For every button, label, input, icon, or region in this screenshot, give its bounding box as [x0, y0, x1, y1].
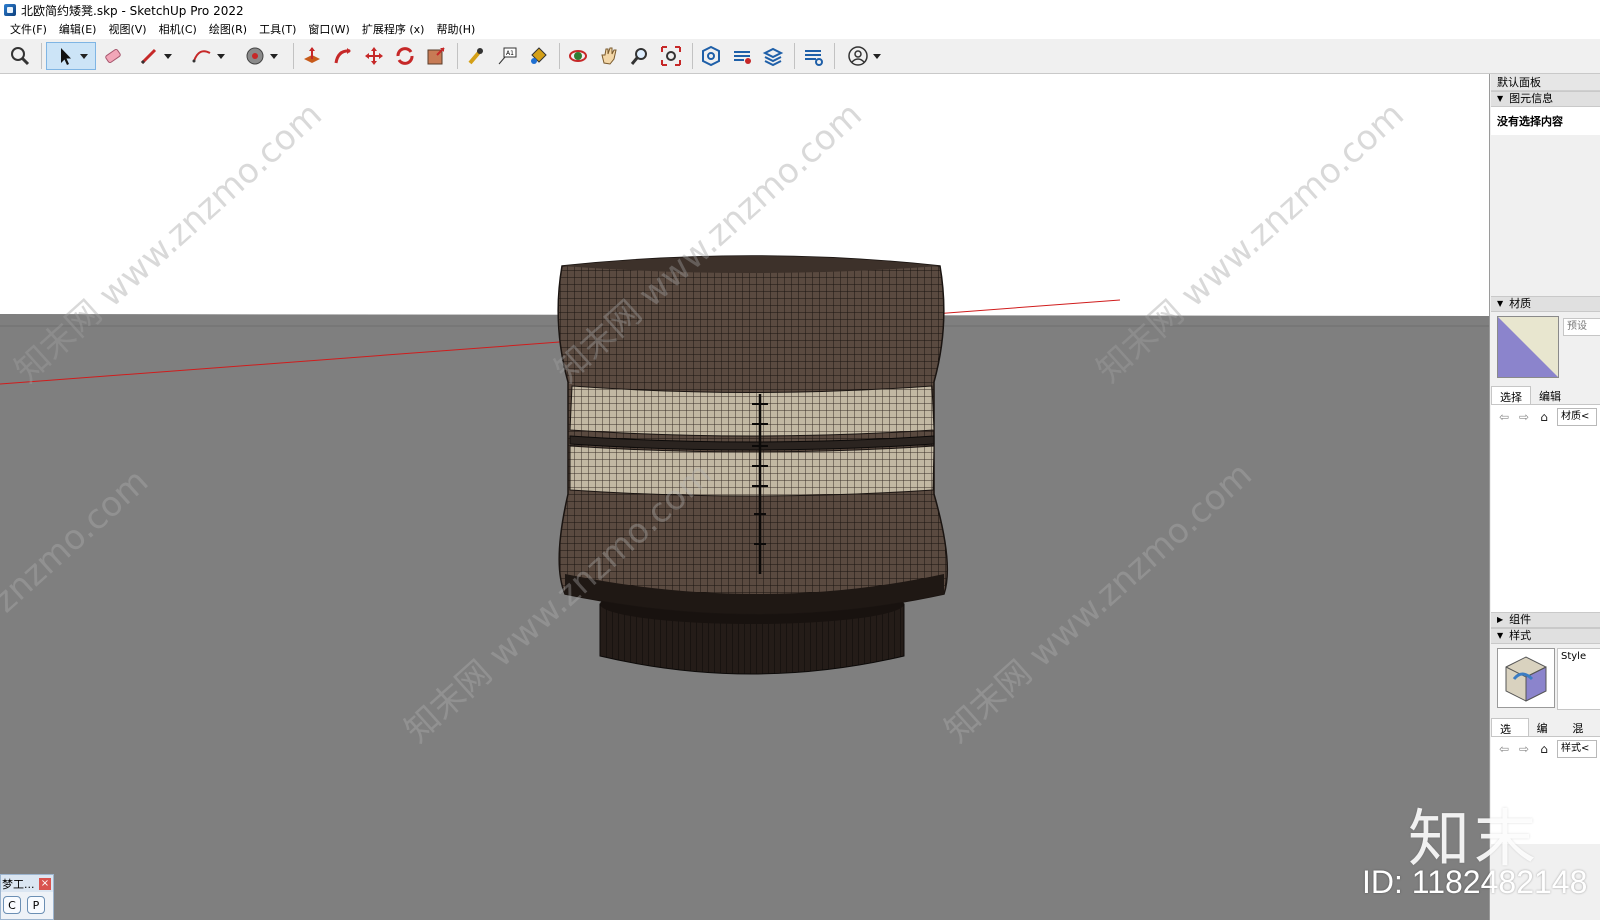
shape-icon — [246, 47, 264, 65]
entity-info-label: 图元信息 — [1509, 92, 1554, 105]
layout-icon[interactable] — [759, 42, 787, 70]
menu-window[interactable]: 窗口(W) — [302, 20, 355, 39]
menu-help[interactable]: 帮助(H) — [430, 20, 481, 39]
entity-info-header[interactable]: ▼ 图元信息 — [1491, 91, 1600, 107]
chevron-down-icon[interactable] — [873, 53, 881, 59]
forward-arrow-icon[interactable]: ⇨ — [1517, 742, 1531, 756]
menu-file[interactable]: 文件(F) — [4, 20, 53, 39]
extension-warehouse-icon[interactable] — [728, 42, 756, 70]
menu-edit[interactable]: 编辑(E) — [53, 20, 103, 39]
styles-label: 样式 — [1509, 629, 1532, 642]
materials-collection-select[interactable]: 材质< — [1557, 408, 1597, 426]
zoom-extents-icon[interactable] — [657, 42, 685, 70]
paint-bucket-icon[interactable] — [524, 42, 552, 70]
toolbar-separator — [457, 43, 458, 69]
menu-camera[interactable]: 相机(C) — [153, 20, 203, 39]
follow-me-icon[interactable] — [329, 42, 357, 70]
arc-icon — [192, 50, 211, 63]
main-toolbar: A1 — [0, 39, 1600, 74]
materials-body: 预设 选择 编辑 ⇦ ⇨ ⌂ 材质< — [1491, 312, 1600, 612]
sketchup-app-icon — [4, 4, 16, 16]
home-icon[interactable]: ⌂ — [1537, 742, 1551, 756]
mini-toolbar-header: 梦工... × — [1, 875, 53, 892]
toolbar-separator — [834, 43, 835, 69]
chevron-down-icon[interactable] — [217, 53, 225, 59]
style-name[interactable]: Style — [1557, 648, 1600, 710]
extension-manager-icon[interactable] — [799, 42, 827, 70]
scale-icon[interactable] — [422, 42, 450, 70]
toolbar-separator — [293, 43, 294, 69]
styles-collection-select[interactable]: 样式< — [1557, 740, 1597, 758]
components-header[interactable]: ▶ 组件 — [1491, 612, 1600, 628]
entity-info-space — [1491, 135, 1600, 296]
components-label: 组件 — [1509, 613, 1532, 626]
push-pull-icon[interactable] — [298, 42, 326, 70]
arc-tool-button[interactable] — [183, 42, 233, 70]
material-name[interactable]: 预设 — [1563, 318, 1600, 336]
rotate-icon[interactable] — [391, 42, 419, 70]
move-icon[interactable] — [360, 42, 388, 70]
tray-title: 默认面板 — [1491, 74, 1600, 91]
style-cube-icon — [1505, 656, 1547, 702]
toolbar-separator — [794, 43, 795, 69]
select-tool-button[interactable] — [46, 42, 96, 70]
back-arrow-icon[interactable]: ⇦ — [1497, 742, 1511, 756]
scene-canvas: 知末网 www.znzmo.com 知末网 www.znzmo.com 知末网 … — [0, 74, 1489, 920]
home-icon[interactable]: ⌂ — [1537, 410, 1551, 424]
orbit-icon[interactable] — [564, 42, 592, 70]
c-plugin-icon[interactable]: C — [3, 896, 21, 914]
pencil-tool-button[interactable] — [130, 42, 180, 70]
p-plugin-icon[interactable]: P — [27, 896, 45, 914]
forward-arrow-icon[interactable]: ⇨ — [1517, 410, 1531, 424]
chevron-down-icon[interactable] — [164, 53, 172, 59]
mini-toolbar-title: 梦工... — [2, 877, 35, 891]
pencil-icon — [140, 48, 157, 65]
style-thumbnail[interactable] — [1497, 648, 1555, 708]
shape-tool-button[interactable] — [236, 42, 286, 70]
resource-id-watermark: ID: 1182482148 — [1362, 864, 1588, 900]
chevron-down-icon[interactable] — [80, 53, 88, 59]
collapse-arrow-icon: ▼ — [1497, 299, 1504, 308]
menu-draw[interactable]: 绘图(R) — [203, 20, 253, 39]
toolbar-separator — [692, 43, 693, 69]
menu-extensions[interactable]: 扩展程序 (x) — [356, 20, 431, 39]
menu-bar: 文件(F) 编辑(E) 视图(V) 相机(C) 绘图(R) 工具(T) 窗口(W… — [0, 20, 1600, 39]
search-icon[interactable] — [6, 42, 34, 70]
title-bar: 北欧简约矮凳.skp - SketchUp Pro 2022 — [0, 0, 1600, 20]
entity-info-content: 没有选择内容 — [1491, 107, 1600, 135]
account-icon — [848, 46, 868, 66]
menu-view[interactable]: 视图(V) — [102, 20, 152, 39]
warehouse-icon[interactable] — [697, 42, 725, 70]
svg-text:A1: A1 — [506, 50, 514, 57]
mini-toolbar[interactable]: 梦工... × C P — [0, 874, 54, 920]
close-icon[interactable]: × — [39, 877, 51, 890]
model-viewport[interactable]: 知末网 www.znzmo.com 知末网 www.znzmo.com 知末网 … — [0, 74, 1490, 920]
toolbar-separator — [41, 43, 42, 69]
materials-list[interactable] — [1491, 404, 1600, 612]
materials-label: 材质 — [1509, 297, 1532, 310]
text-icon[interactable]: A1 — [493, 42, 521, 70]
back-arrow-icon[interactable]: ⇦ — [1497, 410, 1511, 424]
chevron-down-icon[interactable] — [270, 53, 278, 59]
styles-header[interactable]: ▼ 样式 — [1491, 628, 1600, 644]
account-button[interactable] — [839, 42, 889, 70]
window-title: 北欧简约矮凳.skp - SketchUp Pro 2022 — [21, 3, 244, 18]
toolbar-separator — [559, 43, 560, 69]
collapse-arrow-icon: ▼ — [1497, 631, 1504, 640]
eraser-icon[interactable] — [99, 42, 127, 70]
tape-measure-icon[interactable] — [462, 42, 490, 70]
menu-tools[interactable]: 工具(T) — [253, 20, 302, 39]
select-icon — [61, 48, 71, 65]
collapse-arrow-icon: ▼ — [1497, 94, 1504, 103]
material-swatch[interactable] — [1497, 316, 1559, 378]
zoom-icon[interactable] — [626, 42, 654, 70]
materials-header[interactable]: ▼ 材质 — [1491, 296, 1600, 312]
expand-arrow-icon: ▶ — [1497, 615, 1504, 624]
pan-icon[interactable] — [595, 42, 623, 70]
